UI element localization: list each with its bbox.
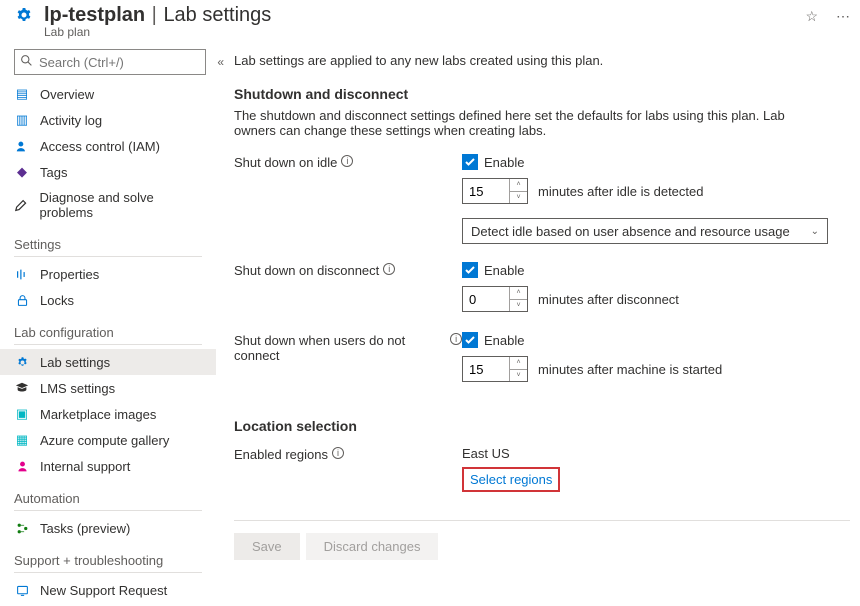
info-icon[interactable]: i [332, 447, 344, 459]
select-idle-detection[interactable]: Detect idle based on user absence and re… [462, 218, 828, 244]
sidebar-group-automation: Automation [14, 491, 216, 506]
sidebar-group-lab-configuration: Lab configuration [14, 325, 216, 340]
sidebar-group-settings: Settings [14, 237, 216, 252]
sidebar-item-label: Access control (IAM) [40, 139, 160, 154]
sidebar-item-label: Locks [40, 293, 74, 308]
marketplace-icon: ▣ [14, 406, 30, 422]
spinner-idle[interactable]: ˄˅ [509, 179, 527, 203]
spinner-disconnect[interactable]: ˄˅ [509, 287, 527, 311]
properties-icon [14, 266, 30, 282]
label-shutdown-disconnect: Shut down on disconnecti [234, 262, 462, 320]
activity-log-icon: ▥ [14, 112, 30, 128]
chevron-down-icon: ⌄ [811, 226, 819, 237]
checkbox-label: Enable [484, 155, 524, 170]
search-input[interactable] [14, 49, 206, 75]
resource-type: Lab plan [44, 25, 787, 39]
info-icon[interactable]: i [383, 263, 395, 275]
gear-icon [14, 6, 34, 29]
access-control-icon [14, 138, 30, 154]
info-icon[interactable]: i [341, 155, 353, 167]
support-request-icon [14, 582, 30, 598]
link-select-regions[interactable]: Select regions [470, 472, 552, 487]
lock-icon [14, 292, 30, 308]
tags-icon: ◆ [14, 164, 30, 180]
save-button[interactable]: Save [234, 533, 300, 560]
checkbox-label: Enable [484, 263, 524, 278]
sidebar-item-label: Tasks (preview) [40, 521, 130, 536]
sidebar-item-overview[interactable]: ▤ Overview [0, 81, 216, 107]
section-location-heading: Location selection [234, 418, 850, 434]
checkbox-label: Enable [484, 333, 524, 348]
checkbox-enable-noconnect[interactable] [462, 332, 478, 348]
sidebar-item-label: Marketplace images [40, 407, 156, 422]
sidebar-item-new-support-request[interactable]: New Support Request [0, 577, 216, 603]
gear-icon [14, 354, 30, 370]
sidebar-item-compute-gallery[interactable]: ▦ Azure compute gallery [0, 427, 216, 453]
more-actions-icon[interactable]: ⋯ [836, 8, 850, 25]
sidebar-item-label: Lab settings [40, 355, 110, 370]
sidebar: « ▤ Overview ▥ Activity log Access contr… [0, 47, 216, 606]
sidebar-item-label: Properties [40, 267, 99, 282]
sidebar-item-label: Azure compute gallery [40, 433, 169, 448]
label-noconnect-after: minutes after machine is started [538, 362, 722, 377]
sidebar-item-label: Overview [40, 87, 94, 102]
page-title: lp-testplan | Lab settings [44, 4, 787, 27]
input-noconnect-minutes[interactable] [463, 357, 509, 381]
diagnose-icon [14, 197, 30, 213]
sidebar-item-label: LMS settings [40, 381, 115, 396]
sidebar-item-properties[interactable]: Properties [0, 261, 216, 287]
section-shutdown-heading: Shutdown and disconnect [234, 86, 850, 102]
sidebar-item-tags[interactable]: ◆ Tags [0, 159, 216, 185]
label-disconnect-after: minutes after disconnect [538, 292, 679, 307]
sidebar-item-label: Activity log [40, 113, 102, 128]
sidebar-item-lms-settings[interactable]: LMS settings [0, 375, 216, 401]
sidebar-item-label: New Support Request [40, 583, 167, 598]
sidebar-item-internal-support[interactable]: Internal support [0, 453, 216, 479]
sidebar-item-diagnose[interactable]: Diagnose and solve problems [0, 185, 216, 225]
label-shutdown-noconnect: Shut down when users do not connecti [234, 332, 462, 390]
spinner-noconnect[interactable]: ˄˅ [509, 357, 527, 381]
intro-text: Lab settings are applied to any new labs… [234, 53, 850, 68]
main-content: Lab settings are applied to any new labs… [216, 47, 860, 606]
checkbox-enable-disconnect[interactable] [462, 262, 478, 278]
sidebar-item-tasks[interactable]: Tasks (preview) [0, 515, 216, 541]
sidebar-item-label: Tags [40, 165, 67, 180]
graduation-cap-icon [14, 380, 30, 396]
label-shutdown-idle: Shut down on idlei [234, 154, 462, 244]
section-shutdown-desc: The shutdown and disconnect settings def… [234, 108, 804, 138]
tasks-icon [14, 520, 30, 536]
sidebar-item-access-control[interactable]: Access control (IAM) [0, 133, 216, 159]
sidebar-item-marketplace-images[interactable]: ▣ Marketplace images [0, 401, 216, 427]
compute-gallery-icon: ▦ [14, 432, 30, 448]
info-icon[interactable]: i [450, 333, 462, 345]
discard-button[interactable]: Discard changes [306, 533, 439, 560]
sidebar-item-label: Internal support [40, 459, 130, 474]
label-enabled-regions: Enabled regionsi [234, 446, 462, 492]
search-icon [20, 54, 33, 70]
sidebar-item-locks[interactable]: Locks [0, 287, 216, 313]
sidebar-item-activity-log[interactable]: ▥ Activity log [0, 107, 216, 133]
sidebar-group-support: Support + troubleshooting [14, 553, 216, 568]
highlight-select-regions: Select regions [462, 467, 560, 492]
sidebar-item-label: Diagnose and solve problems [40, 190, 206, 220]
favorite-star-icon[interactable]: ☆ [805, 8, 818, 25]
footer-actions: Save Discard changes [234, 520, 850, 572]
sidebar-item-lab-settings[interactable]: Lab settings [0, 349, 216, 375]
label-idle-after: minutes after idle is detected [538, 184, 703, 199]
input-idle-minutes[interactable] [463, 179, 509, 203]
overview-icon: ▤ [14, 86, 30, 102]
support-person-icon [14, 458, 30, 474]
page-header: lp-testplan | Lab settings Lab plan ☆ ⋯ [0, 0, 860, 47]
checkbox-enable-idle[interactable] [462, 154, 478, 170]
input-disconnect-minutes[interactable] [463, 287, 509, 311]
value-enabled-regions: East US [462, 446, 850, 461]
